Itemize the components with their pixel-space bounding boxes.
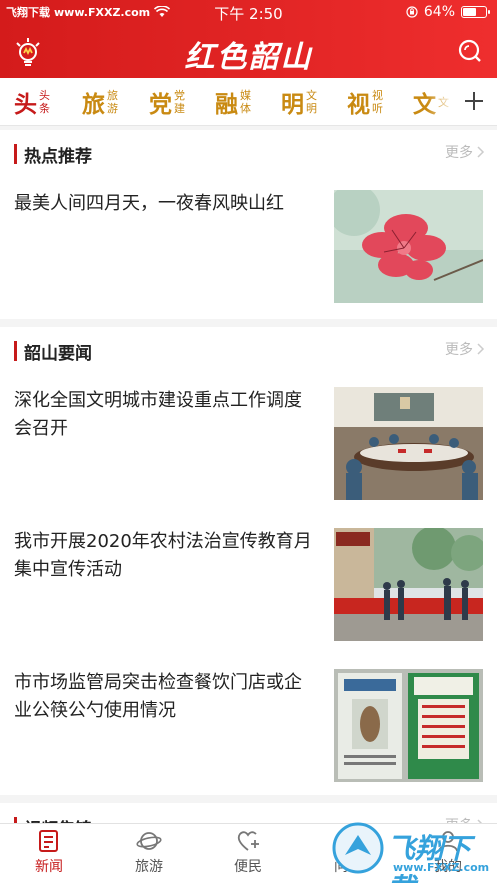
- azalea-flower-photo: [334, 190, 483, 303]
- status-right: 64%: [406, 4, 490, 20]
- nav-services[interactable]: 便民: [208, 828, 288, 876]
- section-marker: [14, 341, 17, 361]
- more-label: 更多: [445, 342, 473, 358]
- chevron-right-icon: [477, 146, 485, 158]
- tab-char: 视: [347, 91, 370, 118]
- news-title: 我市开展2020年农村法治宣传教育月集中宣传活动: [14, 531, 312, 580]
- tab-travel[interactable]: 旅 旅游: [82, 85, 120, 119]
- tab-char: 融: [215, 91, 238, 118]
- more-link[interactable]: 更多: [445, 339, 485, 359]
- tab-media[interactable]: 融 媒体: [215, 85, 253, 119]
- tab-party[interactable]: 党 党建: [149, 85, 187, 119]
- tab-sub: 文明: [306, 89, 317, 115]
- section-title: 韶山要闻: [24, 344, 92, 364]
- watermark-text: 飞翔下载: [387, 832, 472, 883]
- tab-sub: 视听: [372, 89, 383, 115]
- notice-poster-photo: [334, 669, 483, 782]
- outdoor-campaign-photo: [334, 528, 483, 641]
- tab-char: 党: [149, 91, 172, 118]
- news-item[interactable]: 市市场监管局突击检查餐饮门店或企业公筷公勺使用情况: [0, 653, 497, 795]
- orientation-lock-icon: [406, 6, 418, 18]
- app-header: 飞翔下载 www.FXXZ.com 下午 2:50 64% 红色韶山: [0, 0, 497, 78]
- section-title: 热点推荐: [24, 147, 92, 167]
- tab-video[interactable]: 视 视听: [347, 85, 385, 119]
- nav-news[interactable]: 新闻: [9, 828, 89, 876]
- tab-sub: 党建: [174, 89, 185, 115]
- more-link[interactable]: 更多: [445, 142, 485, 162]
- chevron-right-icon: [477, 343, 485, 355]
- section-marker: [14, 144, 17, 164]
- battery-icon: [461, 6, 490, 18]
- tabs-fade: [427, 78, 457, 125]
- add-channel-icon[interactable]: [461, 88, 487, 114]
- section-news: 韶山要闻 更多: [0, 327, 497, 371]
- site-watermark: 飞翔下载 www.FXXZ.com: [327, 817, 497, 883]
- tab-char: 旅: [82, 91, 105, 118]
- nav-label: 旅游: [135, 859, 163, 875]
- tab-char: 头: [14, 91, 37, 118]
- heart-plus-icon: [237, 831, 259, 851]
- section-hot: 热点推荐 更多: [0, 130, 497, 174]
- tab-sub: 旅游: [107, 89, 118, 115]
- news-item[interactable]: 最美人间四月天，一夜春风映山红: [0, 174, 497, 319]
- tab-civility[interactable]: 明 文明: [281, 85, 319, 119]
- tab-sub: 媒体: [240, 89, 251, 115]
- watermark-url: www.FXXZ.com: [393, 861, 490, 874]
- nav-travel[interactable]: 旅游: [109, 828, 189, 876]
- news-item[interactable]: 我市开展2020年农村法治宣传教育月集中宣传活动: [0, 512, 497, 653]
- news-item[interactable]: 深化全国文明城市建设重点工作调度会召开: [0, 371, 497, 512]
- nav-label: 便民: [234, 859, 262, 875]
- battery-percent: 64%: [423, 4, 455, 20]
- brand-row: 红色韶山: [0, 26, 497, 78]
- meeting-room-photo: [334, 387, 483, 500]
- news-icon: [39, 830, 58, 852]
- watermark-logo-icon: [332, 822, 384, 874]
- search-icon[interactable]: [457, 38, 483, 64]
- nav-label: 新闻: [35, 859, 63, 875]
- battery-level: [463, 8, 477, 16]
- tab-char: 明: [281, 91, 304, 118]
- news-title: 最美人间四月天，一夜春风映山红: [14, 193, 284, 214]
- news-title: 市市场监管局突击检查餐饮门店或企业公筷公勺使用情况: [14, 672, 302, 721]
- category-tabs: 头 头条 旅 旅游 党 党建 融 媒体 明 文明 视 视听 文 文: [0, 78, 497, 126]
- brand-logo: 红色韶山: [184, 40, 313, 75]
- news-title: 深化全国文明城市建设重点工作调度会召开: [14, 390, 302, 439]
- tab-headline[interactable]: 头 头条: [14, 85, 52, 119]
- more-label: 更多: [445, 145, 473, 161]
- status-bar: 飞翔下载 www.FXXZ.com 下午 2:50 64%: [0, 0, 497, 26]
- planet-icon: [136, 832, 162, 850]
- tab-sub: 头条: [39, 89, 50, 115]
